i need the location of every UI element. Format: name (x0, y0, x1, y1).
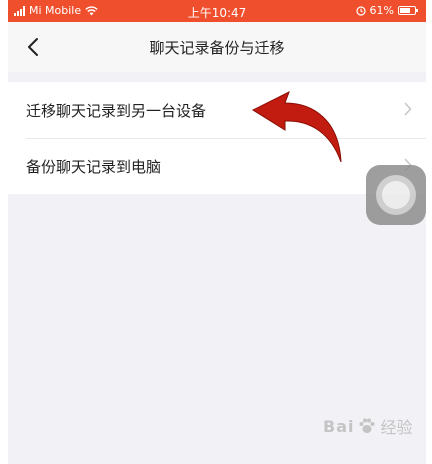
paw-icon (359, 418, 375, 433)
nav-bar: 聊天记录备份与迁移 (8, 22, 426, 72)
curved-arrow-icon (251, 90, 342, 163)
phone-screen: Mi Mobile 上午10:47 61% 聊天记录备份与迁移 迁移聊天记录到另… (8, 0, 426, 464)
status-right: 61% (355, 4, 418, 17)
watermark-text: Bai (323, 416, 355, 436)
assistive-touch-icon[interactable] (366, 165, 426, 225)
watermark-suffix: 经验 (380, 418, 413, 437)
battery-icon (398, 6, 418, 15)
watermark: Bai 经验 (323, 414, 413, 438)
battery-fill (400, 8, 410, 13)
page-title: 聊天记录备份与迁移 (149, 39, 285, 57)
alarm-icon (355, 5, 366, 16)
menu-item-backup[interactable]: 备份聊天记录到电脑 (8, 138, 426, 194)
assistive-touch-core (382, 181, 410, 209)
menu-item-label: 备份聊天记录到电脑 (26, 157, 162, 176)
battery-percent: 61% (369, 4, 394, 17)
chevron-right-icon (404, 102, 412, 116)
menu-item-migrate[interactable]: 迁移聊天记录到另一台设备 (8, 82, 426, 138)
status-bar: Mi Mobile 上午10:47 61% (8, 0, 426, 22)
menu-list: 迁移聊天记录到另一台设备 备份聊天记录到电脑 (8, 82, 426, 194)
assistive-touch-ring (376, 175, 416, 215)
menu-item-label: 迁移聊天记录到另一台设备 (26, 101, 207, 120)
